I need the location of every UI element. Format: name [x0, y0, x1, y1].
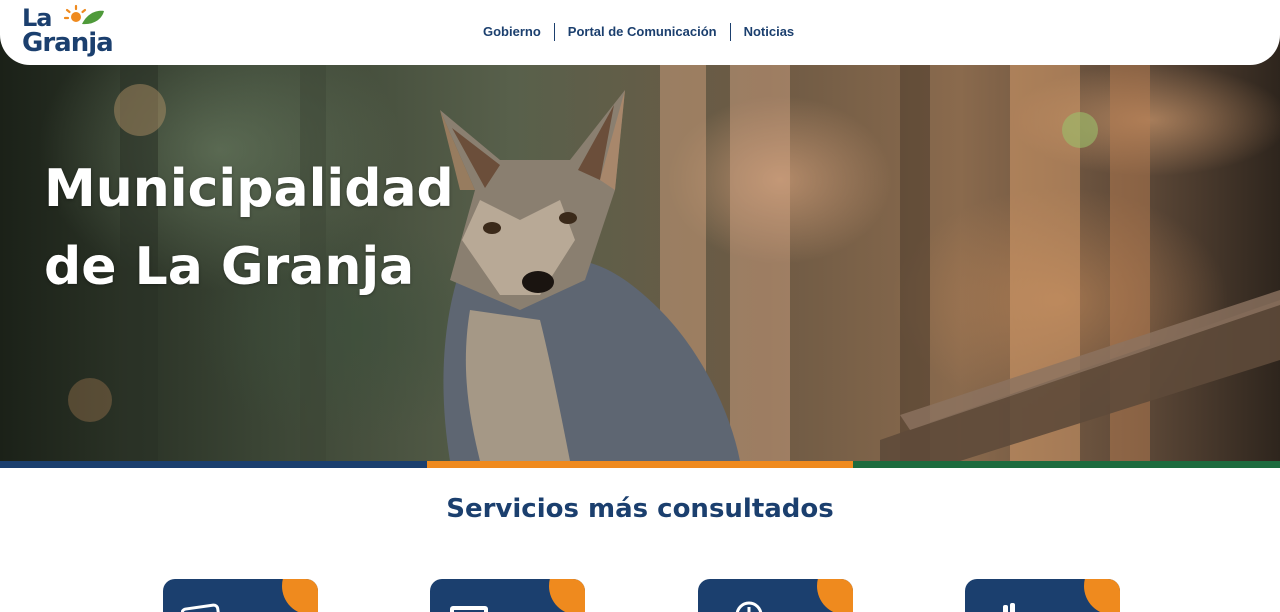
band-green: [853, 461, 1280, 468]
hero-title-line1: Municipalidad: [44, 159, 454, 219]
service-card[interactable]: [965, 579, 1120, 612]
band-blue: [0, 461, 427, 468]
clock-icon: [735, 601, 763, 612]
hero-title: Municipalidad de La Granja: [44, 150, 464, 306]
hand-icon: [1003, 603, 1015, 612]
sun-leaf-icon: [63, 4, 104, 25]
nav-item-portal-comunicacion[interactable]: Portal de Comunicación: [555, 23, 730, 41]
service-card[interactable]: [430, 579, 585, 612]
main-nav: Gobierno Portal de Comunicación Noticias: [470, 22, 807, 42]
card-corner-accent: [1084, 579, 1120, 612]
service-card[interactable]: [163, 579, 318, 612]
card-corner-accent: [282, 579, 318, 612]
tricolor-band: [0, 461, 1280, 468]
band-orange: [426, 461, 854, 468]
services-title: Servicios más consultados: [446, 494, 834, 524]
hero-title-line2: de La Granja: [44, 237, 415, 297]
card-corner-accent: [549, 579, 585, 612]
la-granja-logo[interactable]: La Granja: [22, 4, 114, 60]
site-header: La Granja Gobierno Portal de Comunicació…: [0, 0, 1280, 65]
hero-banner: Municipalidad de La Granja: [0, 0, 1280, 461]
service-card[interactable]: [698, 579, 853, 612]
card-corner-accent: [817, 579, 853, 612]
logo-line2: Granja: [22, 28, 114, 58]
card-icon: [181, 603, 222, 612]
nav-item-noticias[interactable]: Noticias: [731, 23, 808, 41]
screen-icon: [450, 606, 488, 612]
nav-item-gobierno[interactable]: Gobierno: [470, 23, 554, 41]
